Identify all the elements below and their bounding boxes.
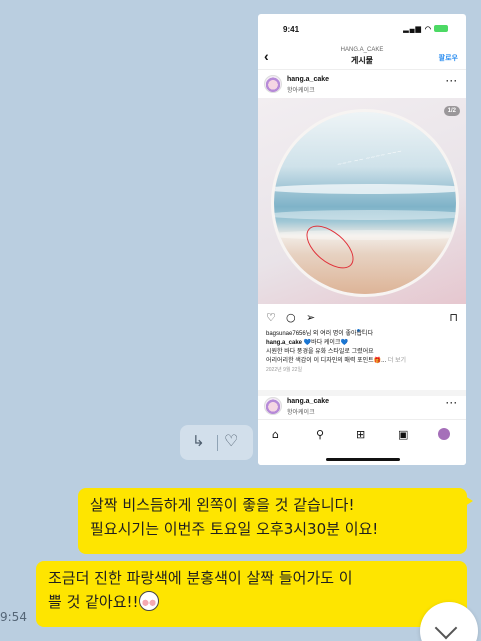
message-line: 살짝 비스듬하게 왼쪽이 좋을 것 같습니다! xyxy=(90,496,355,514)
next-post-username: hang.a_cake xyxy=(287,398,330,405)
avatar xyxy=(264,75,282,93)
post-author-row: hang.a_cake 항아케이크 ··· xyxy=(258,72,466,98)
comment-icon: ○ xyxy=(286,311,296,324)
reels-icon: ▣ xyxy=(398,428,409,441)
caption-line1: 💙바다 케이크💙 xyxy=(303,340,348,346)
post-actions: ♡ ○ ➢ ⊓ xyxy=(258,310,466,332)
smiling-face-emoji-icon xyxy=(138,591,159,611)
instagram-header: ‹ HANG.A_CAKE 게시물 팔로우 xyxy=(258,44,466,70)
post-user-subtitle: 항아케이크 xyxy=(287,88,315,94)
message-line: 쁠 것 같아요!! xyxy=(48,593,139,611)
caption-more: 더 보기 xyxy=(387,358,407,364)
post-caption: bagsunae7656님 외 여러 명이 좋아합니다 hang.a_cake … xyxy=(266,330,462,375)
caption-line3: 어리어리한 색감이 이 디자인의 매력 포인트🎁... xyxy=(266,358,387,364)
send-icon: ➢ xyxy=(306,311,316,324)
status-time: 9:41 xyxy=(283,25,300,34)
search-icon: ⚲ xyxy=(316,428,325,441)
more-dots-icon: ··· xyxy=(446,398,458,408)
instagram-tab-bar: ⌂ ⚲ ⊞ ▣ xyxy=(258,419,466,465)
avatar xyxy=(264,397,282,415)
chevron-down-icon xyxy=(434,616,458,640)
cake-illustration: ~~~ ~~ ~~~~ ~~~ xyxy=(274,112,456,294)
heart-icon: ♡ xyxy=(266,311,276,324)
message-reaction-bar: ↳ ♡ xyxy=(180,425,253,460)
shared-screenshot-image[interactable]: 9:41 ▂▄▆ ◠ ‹ HANG.A_CAKE 게시물 팔로우 hang.a_… xyxy=(258,14,466,465)
home-icon: ⌂ xyxy=(272,428,279,441)
home-indicator xyxy=(326,458,400,461)
cake-script-decoration: ~~~ ~~ ~~~~ ~~~ xyxy=(336,147,403,169)
follow-label: 팔로우 xyxy=(438,55,458,62)
caption-date: 2022년 9월 22일 xyxy=(266,367,303,373)
photo-counter: 1/2 xyxy=(443,106,460,116)
message-bubble[interactable]: 조금더 진한 파랑색에 분홍색이 살짝 들어가도 이 쁠 것 같아요!! xyxy=(36,561,467,627)
message-bubble[interactable]: 살짝 비스듬하게 왼쪽이 좋을 것 같습니다! 필요시기는 이번주 토요일 오후… xyxy=(78,488,473,554)
next-post-author-row: hang.a_cake 항아케이크 ··· xyxy=(258,394,466,420)
bookmark-icon: ⊓ xyxy=(449,311,458,324)
header-title: 게시물 xyxy=(350,56,374,65)
forward-arrow-icon[interactable]: ↳ xyxy=(192,432,205,450)
heart-icon[interactable]: ♡ xyxy=(224,431,238,450)
next-post-user-subtitle: 항아케이크 xyxy=(287,410,315,416)
signal-wifi-battery-icon: ▂▄▆ ◠ xyxy=(403,25,448,33)
reaction-separator xyxy=(217,435,218,451)
red-annotation-outline xyxy=(298,217,362,277)
caption-author: hang.a_cake xyxy=(266,340,303,346)
message-timestamp: 9:54 xyxy=(0,610,27,624)
caption-line2: 시원한 바다 풍경을 유화 스타일로 그렸어요 xyxy=(266,349,374,355)
post-username: hang.a_cake xyxy=(287,76,330,83)
more-dots-icon: ··· xyxy=(446,76,458,86)
message-line: 필요시기는 이번주 토요일 오후3시30분 이요! xyxy=(90,520,379,538)
header-account: HANG.A_CAKE xyxy=(340,47,384,53)
new-post-icon: ⊞ xyxy=(356,428,366,441)
phone-status-bar: 9:41 ▂▄▆ ◠ xyxy=(258,14,466,44)
cake-photo: ~~~ ~~ ~~~~ ~~~ 1/2 xyxy=(258,98,466,304)
profile-icon xyxy=(438,428,450,440)
message-line: 조금더 진한 파랑색에 분홍색이 살짝 들어가도 이 xyxy=(48,569,353,587)
likes-text: bagsunae7656님 외 여러 명이 좋아합니다 xyxy=(266,331,374,337)
